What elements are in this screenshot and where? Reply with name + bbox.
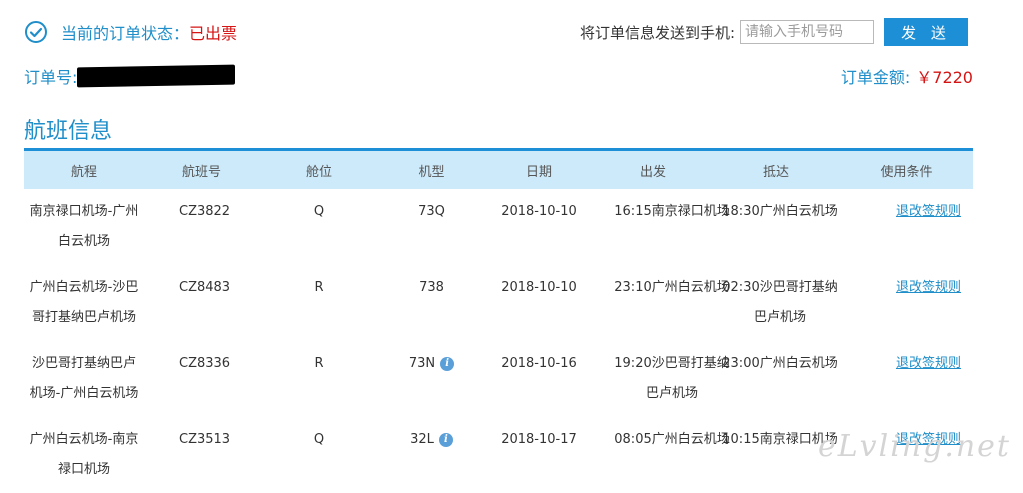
cell-date: 2018-10-10 <box>501 280 577 295</box>
watermark: eLvling.net <box>817 429 1011 464</box>
cell-route: 沙巴哥打基纳巴卢机场-广州白云机场 <box>29 356 139 401</box>
order-number-label: 订单号: <box>24 68 78 87</box>
cell-aircraft-type: 32L <box>410 432 434 447</box>
info-icon[interactable]: i <box>440 357 455 371</box>
order-status: 当前的订单状态： 已出票 <box>24 18 237 46</box>
order-number-redacted <box>77 64 236 88</box>
header-route: 航程 <box>70 164 97 180</box>
cell-route: 广州白云机场-南京禄口机场 <box>29 432 139 477</box>
header-arrival: 抵达 <box>762 164 789 180</box>
cell-aircraft-type: 738 <box>419 280 444 295</box>
cell-aircraft-type: 73Q <box>418 204 445 219</box>
refund-rule-link[interactable]: 退改签规则 <box>896 356 961 371</box>
order-status-label: 当前的订单状态： <box>61 24 190 43</box>
refund-rule-link[interactable]: 退改签规则 <box>896 204 961 219</box>
cell-aircraft-type: 73N <box>408 356 436 371</box>
info-icon[interactable]: i <box>438 433 453 447</box>
order-amount-label: 订单金额: <box>840 68 911 87</box>
cell-departure: 23:10广州白云机场 <box>614 280 730 295</box>
cell-route: 南京禄口机场-广州白云机场 <box>29 204 139 249</box>
cell-flight: CZ3822 <box>179 204 231 219</box>
cell-cabin: R <box>314 356 324 371</box>
section-title-flight-info: 航班信息 <box>24 119 113 144</box>
order-number: 订单号: <box>24 63 236 89</box>
send-to-phone-label: 将订单信息发送到手机: <box>579 23 735 42</box>
order-amount-value: ￥7220 <box>916 68 973 87</box>
header-departure: 出发 <box>639 164 666 180</box>
send-button[interactable]: 发 送 <box>884 18 968 46</box>
check-circle-icon <box>25 21 47 43</box>
cell-date: 2018-10-17 <box>501 432 577 447</box>
phone-input[interactable] <box>740 20 874 44</box>
cell-flight: CZ3513 <box>179 432 231 447</box>
header-date: 日期 <box>525 164 552 180</box>
table-row: 沙巴哥打基纳巴卢机场-广州白云机场 CZ8336 R 73N i 2018-10-… <box>24 341 973 417</box>
cell-cabin: R <box>314 280 324 295</box>
order-amount: 订单金额: ￥7220 <box>841 63 973 89</box>
cell-date: 2018-10-16 <box>501 356 577 371</box>
cell-date: 2018-10-10 <box>501 204 577 219</box>
cell-departure: 08:05广州白云机场 <box>614 432 730 447</box>
cell-flight: CZ8483 <box>179 280 231 295</box>
cell-departure: 16:15南京禄口机场 <box>614 204 730 219</box>
send-to-phone: 将订单信息发送到手机: 发 送 <box>580 18 968 46</box>
table-header-row: 航程 航班号 舱位 机型 日期 出发 抵达 使用条件 <box>24 149 973 189</box>
cell-flight: CZ8336 <box>179 356 231 371</box>
order-status-value: 已出票 <box>189 24 238 43</box>
table-row: 南京禄口机场-广州白云机场 CZ3822 Q 73Q 2018-10-10 16… <box>24 189 973 265</box>
header-cabin: 舱位 <box>305 164 332 180</box>
table-row: 广州白云机场-沙巴哥打基纳巴卢机场 CZ8483 R 738 2018-10-1… <box>24 265 973 341</box>
cell-cabin: Q <box>313 204 325 219</box>
header-conditions: 使用条件 <box>880 164 933 180</box>
refund-rule-link[interactable]: 退改签规则 <box>896 280 961 295</box>
cell-arrival: 02:30沙巴哥打基纳巴卢机场 <box>722 280 838 325</box>
cell-arrival: 23:00广州白云机场 <box>722 356 838 371</box>
header-type: 机型 <box>418 164 445 180</box>
cell-arrival: 18:30广州白云机场 <box>722 204 838 219</box>
header-flight: 航班号 <box>181 164 221 180</box>
cell-route: 广州白云机场-沙巴哥打基纳巴卢机场 <box>29 280 139 325</box>
cell-cabin: Q <box>313 432 325 447</box>
